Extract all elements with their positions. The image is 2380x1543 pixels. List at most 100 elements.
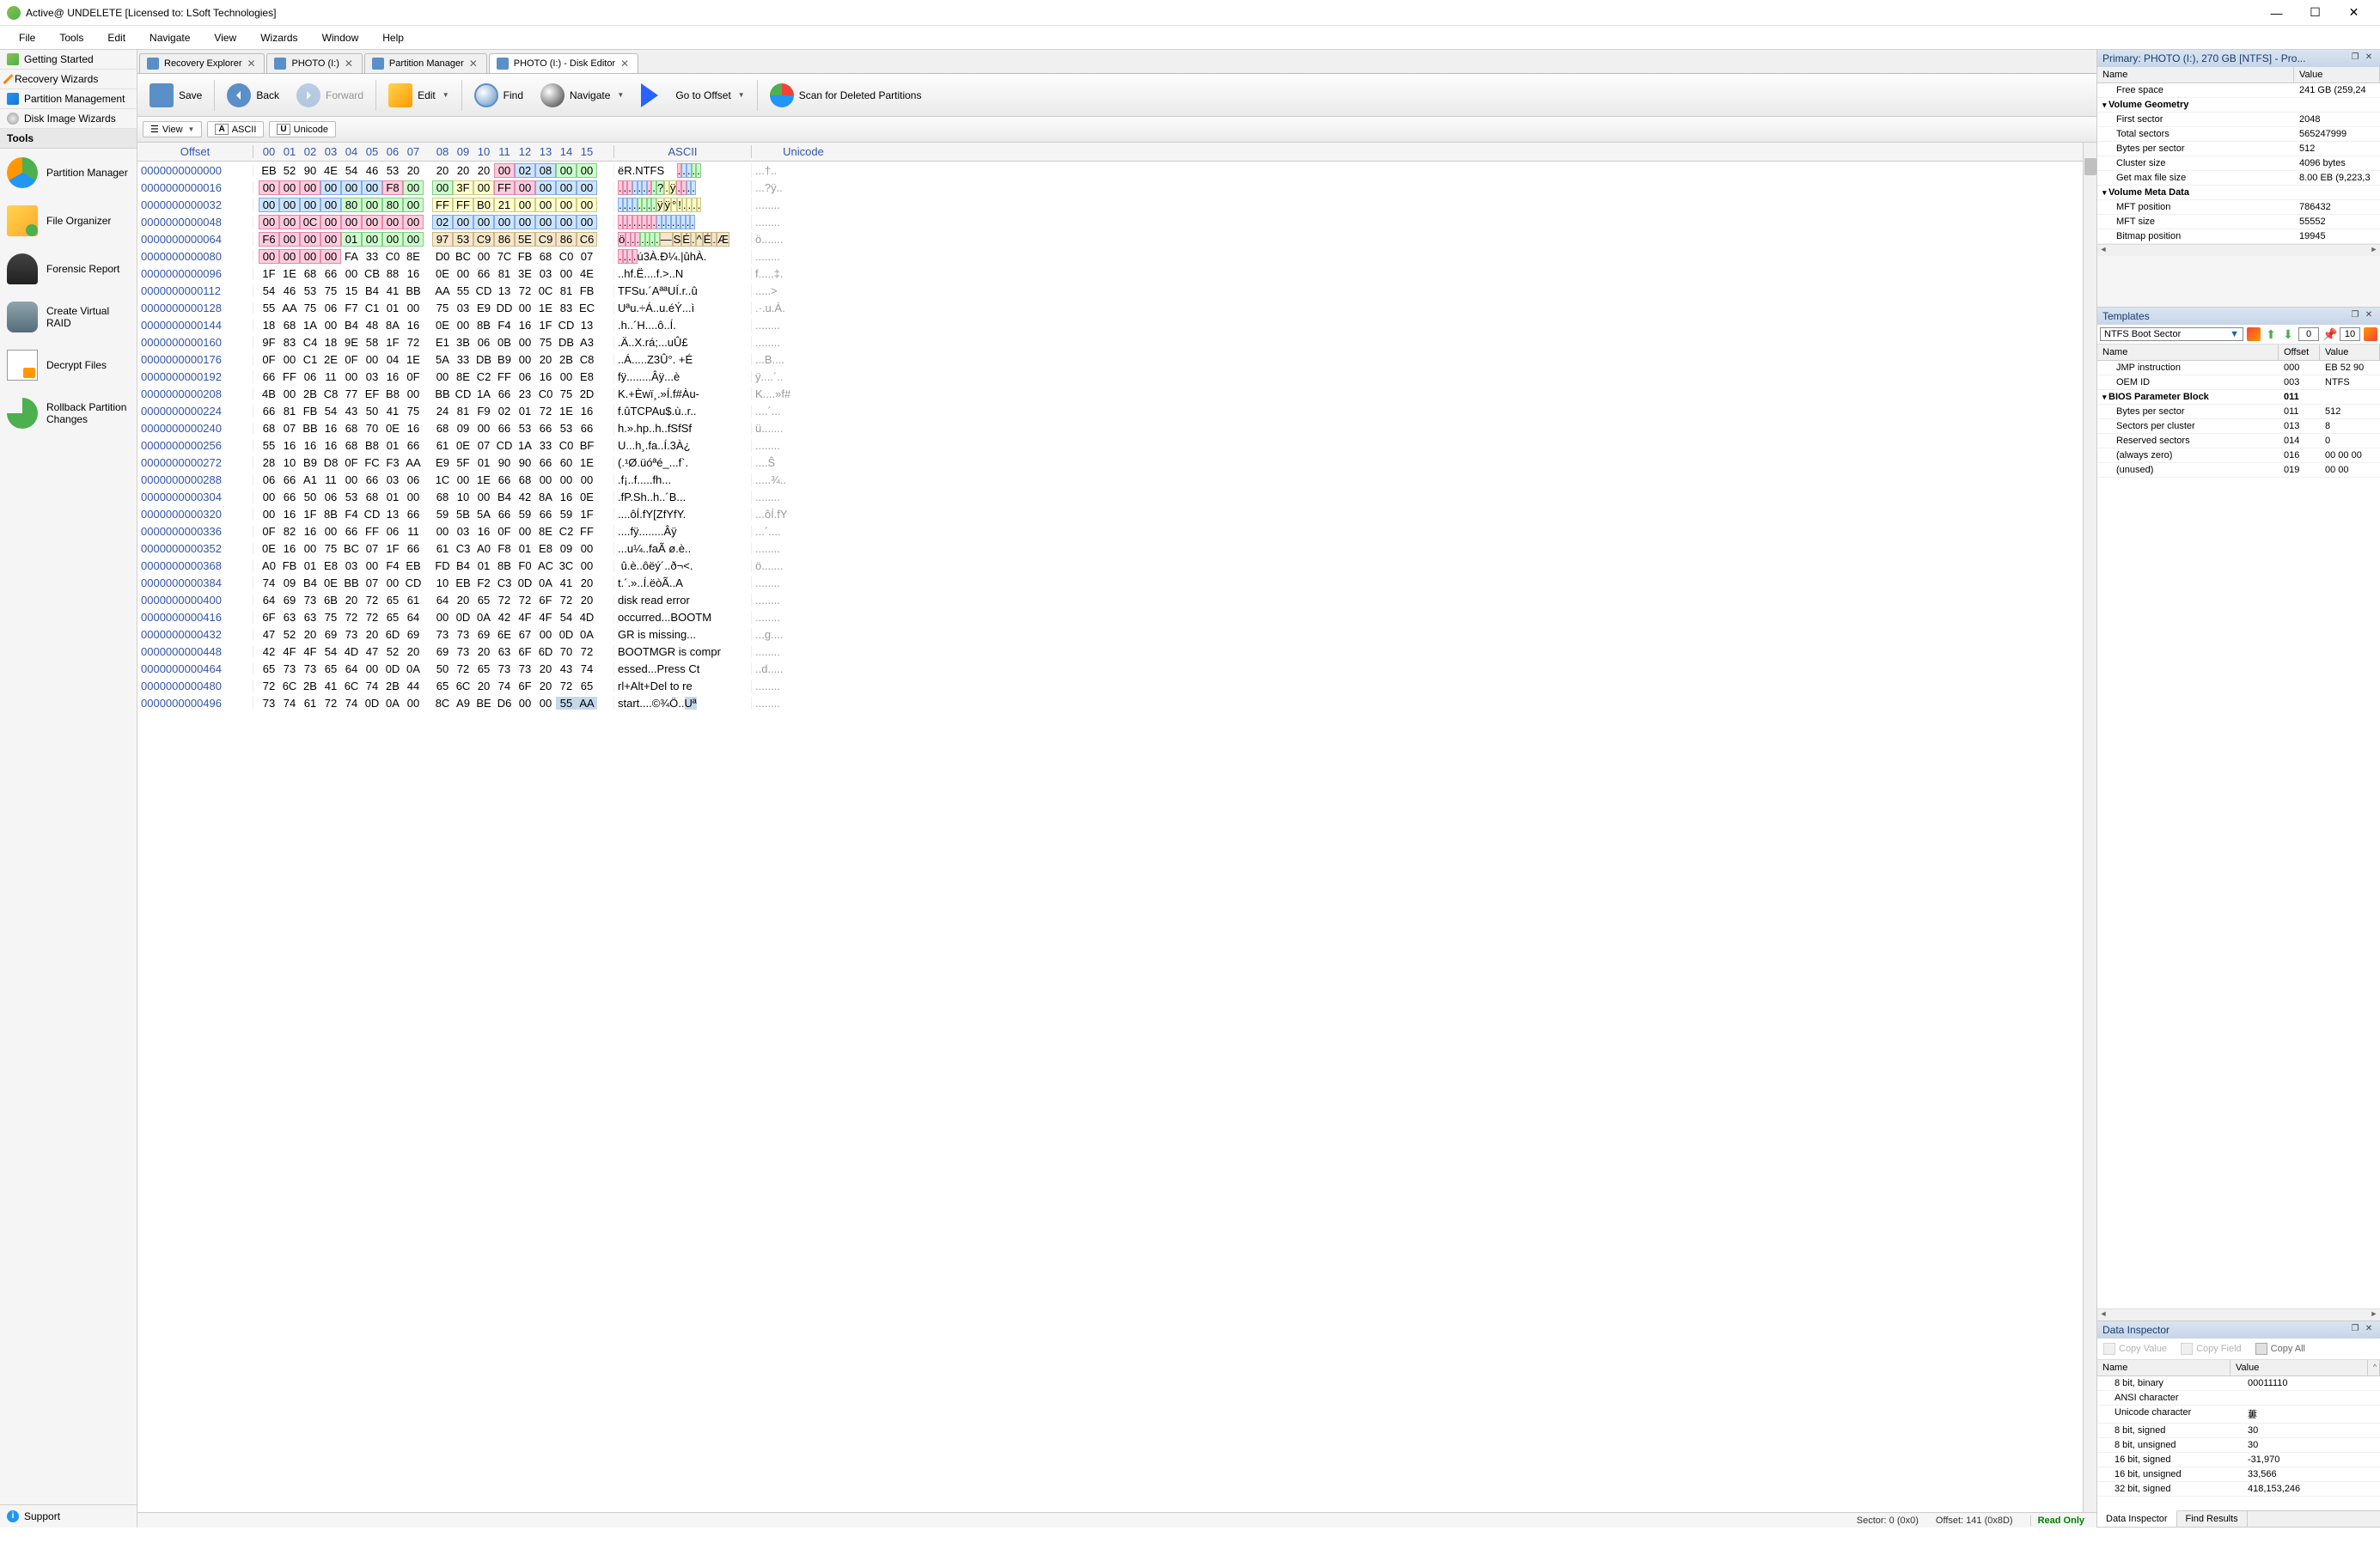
panel-close-icon[interactable]: ✕ bbox=[2363, 310, 2375, 322]
template-row[interactable]: (unused)01900 00 bbox=[2097, 463, 2380, 478]
forward-button[interactable]: Forward bbox=[290, 80, 370, 111]
hex-row[interactable]: 0000000000448424F4F544D475220697320636F6… bbox=[137, 643, 2083, 660]
close-button[interactable]: ✕ bbox=[2334, 1, 2373, 25]
menu-wizards[interactable]: Wizards bbox=[248, 28, 309, 47]
maximize-button[interactable]: ☐ bbox=[2296, 1, 2334, 25]
save-button[interactable]: Save bbox=[143, 80, 209, 111]
hex-row[interactable]: 000000000014418681A00B4488A160E008BF4161… bbox=[137, 316, 2083, 333]
sidebar-getting-started[interactable]: Getting Started bbox=[0, 50, 137, 70]
hex-row[interactable]: 00000000000961F1E686600CB88160E0066813E0… bbox=[137, 265, 2083, 282]
property-row[interactable]: Free space241 GB (259,24 bbox=[2097, 83, 2380, 98]
goto-offset-button[interactable]: Go to Offset▼ bbox=[634, 80, 751, 111]
hex-row[interactable]: 00000000003040066500653680100681000B4428… bbox=[137, 488, 2083, 505]
hex-row[interactable]: 00000000003360F82160066FF06110003160F008… bbox=[137, 522, 2083, 540]
pin-icon[interactable]: 📌 bbox=[2322, 327, 2336, 341]
menu-tools[interactable]: Tools bbox=[47, 28, 95, 47]
hex-row[interactable]: 00000000000320000000080008000FFFFB021000… bbox=[137, 196, 2083, 213]
tab-close-icon[interactable]: ✕ bbox=[469, 58, 479, 70]
template-row[interactable]: Sectors per cluster0138 bbox=[2097, 419, 2380, 434]
tab-photo-i-[interactable]: PHOTO (I:)✕ bbox=[266, 53, 362, 73]
copy-all-button[interactable]: Copy All bbox=[2252, 1341, 2309, 1357]
hex-row[interactable]: 00000000002880666A111006603061C001E66680… bbox=[137, 471, 2083, 488]
template-select[interactable]: NTFS Boot Sector▼ bbox=[2100, 327, 2243, 341]
view-dropdown[interactable]: ☰ View ▼ bbox=[143, 121, 202, 137]
property-row[interactable]: Get max file size8.00 EB (9,223,3 bbox=[2097, 171, 2380, 186]
menu-help[interactable]: Help bbox=[370, 28, 416, 47]
hex-row[interactable]: 000000000008000000000FA33C08ED0BC007CFB6… bbox=[137, 247, 2083, 265]
hex-row[interactable]: 00000000004166F63637572726564000D0A424F4… bbox=[137, 608, 2083, 625]
tab-close-icon[interactable]: ✕ bbox=[247, 58, 257, 70]
tab-recovery-explorer[interactable]: Recovery Explorer✕ bbox=[139, 53, 265, 73]
copy-value-button[interactable]: Copy Value bbox=[2100, 1341, 2170, 1357]
template-brush-icon[interactable] bbox=[2364, 327, 2377, 341]
tool-decrypt-files[interactable]: Decrypt Files bbox=[0, 341, 137, 389]
hex-row[interactable]: 0000000000000EB52904E5446532020202000020… bbox=[137, 162, 2083, 179]
arrow-down-icon[interactable]: ⬇ bbox=[2281, 327, 2295, 341]
hex-row[interactable]: 000000000019266FF06110003160F008EC2FF061… bbox=[137, 368, 2083, 385]
panel-restore-icon[interactable]: ❐ bbox=[2349, 52, 2361, 64]
hex-row[interactable]: 00000000002722810B9D80FFCF3AAE95F0190906… bbox=[137, 454, 2083, 471]
tool-file-organizer[interactable]: File Organizer bbox=[0, 197, 137, 245]
find-button[interactable]: Find bbox=[467, 80, 530, 111]
hex-row[interactable]: 0000000000016000000000000F800003F00FF000… bbox=[137, 179, 2083, 196]
menu-file[interactable]: File bbox=[7, 28, 47, 47]
menu-window[interactable]: Window bbox=[310, 28, 371, 47]
hex-row[interactable]: 000000000004800000C000000000002000000000… bbox=[137, 213, 2083, 230]
property-row[interactable]: Bytes per sector512 bbox=[2097, 142, 2380, 156]
inspector-row[interactable]: 16 bit, unsigned33,566 bbox=[2097, 1467, 2380, 1482]
hex-row[interactable]: 0000000000368A0FB01E80300F4EBFDB4018BF0A… bbox=[137, 557, 2083, 574]
property-row[interactable]: MFT position786432 bbox=[2097, 200, 2380, 215]
scan-partitions-button[interactable]: Scan for Deleted Partitions bbox=[763, 80, 929, 111]
hex-row[interactable]: 0000000000064F6000000010000009753C9865EC… bbox=[137, 230, 2083, 247]
menu-edit[interactable]: Edit bbox=[95, 28, 137, 47]
panel-close-icon[interactable]: ✕ bbox=[2363, 1324, 2375, 1336]
template-row[interactable]: Bytes per sector011512 bbox=[2097, 405, 2380, 419]
inspector-row[interactable]: Unicode character蔞 bbox=[2097, 1406, 2380, 1424]
tab-data-inspector[interactable]: Data Inspector bbox=[2097, 1510, 2177, 1527]
tool-forensic-report[interactable]: Forensic Report bbox=[0, 245, 137, 293]
support-link[interactable]: i Support bbox=[0, 1504, 137, 1528]
tab-close-icon[interactable]: ✕ bbox=[620, 58, 631, 70]
menu-navigate[interactable]: Navigate bbox=[137, 28, 202, 47]
hex-row[interactable]: 00000000003520E160075BC071F6661C3A0F801E… bbox=[137, 540, 2083, 557]
property-row[interactable]: Bitmap position19945 bbox=[2097, 229, 2380, 244]
property-row[interactable]: MFT size55552 bbox=[2097, 215, 2380, 229]
hex-row[interactable]: 00000000004006469736B2072656164206572726… bbox=[137, 591, 2083, 608]
hex-row[interactable]: 00000000001760F00C12E0F00041E5A33DBB9002… bbox=[137, 351, 2083, 368]
template-add-icon[interactable] bbox=[2247, 327, 2261, 341]
tab-partition-manager[interactable]: Partition Manager✕ bbox=[364, 53, 487, 73]
edit-button[interactable]: Edit▼ bbox=[381, 80, 456, 111]
property-row[interactable]: First sector2048 bbox=[2097, 113, 2380, 127]
hex-row[interactable]: 00000000003847409B40EBB0700CD10EBF2C30D0… bbox=[137, 574, 2083, 591]
tool-create-virtual-raid[interactable]: Create Virtual RAID bbox=[0, 293, 137, 341]
hex-row[interactable]: 00000000002565516161668B80166610E07CD1A3… bbox=[137, 436, 2083, 454]
hex-row[interactable]: 00000000004646573736564000D0A50726573732… bbox=[137, 660, 2083, 677]
back-button[interactable]: Back bbox=[220, 80, 286, 111]
property-row[interactable]: Cluster size4096 bytes bbox=[2097, 156, 2380, 171]
hex-row[interactable]: 00000000002406807BB1668700E1668090066536… bbox=[137, 419, 2083, 436]
sidebar-recovery-wizards[interactable]: Recovery Wizards bbox=[0, 70, 137, 89]
inspector-row[interactable]: 16 bit, signed-31,970 bbox=[2097, 1453, 2380, 1467]
panel-restore-icon[interactable]: ❐ bbox=[2349, 1324, 2361, 1336]
tab-find-results[interactable]: Find Results bbox=[2177, 1511, 2248, 1527]
hex-row[interactable]: 000000000049673746172740D0A008CA9BED6000… bbox=[137, 694, 2083, 711]
navigate-button[interactable]: Navigate▼ bbox=[534, 80, 631, 111]
menu-view[interactable]: View bbox=[202, 28, 248, 47]
sidebar-partition-management[interactable]: Partition Management bbox=[0, 89, 137, 109]
tool-partition-manager[interactable]: Partition Manager bbox=[0, 149, 137, 197]
template-row[interactable]: Reserved sectors0140 bbox=[2097, 434, 2380, 448]
template-row[interactable]: (always zero)01600 00 00 bbox=[2097, 448, 2380, 463]
hex-row[interactable]: 000000000032000161F8BF4CD1366595B5A66596… bbox=[137, 505, 2083, 522]
hex-row[interactable]: 00000000002084B002BC877EFB800BBCD1A6623C… bbox=[137, 385, 2083, 402]
inspector-row[interactable]: 32 bit, signed418,153,246 bbox=[2097, 1482, 2380, 1497]
tool-rollback-partition-changes[interactable]: Rollback Partition Changes bbox=[0, 389, 137, 437]
minimize-button[interactable]: — bbox=[2257, 1, 2296, 25]
template-row[interactable]: BIOS Parameter Block011 bbox=[2097, 390, 2380, 405]
hex-row[interactable]: 0000000000480726C2B416C742B44656C20746F2… bbox=[137, 677, 2083, 694]
hex-row[interactable]: 00000000001125446537515B441BBAA55CD13720… bbox=[137, 282, 2083, 299]
tab-photo-i-disk-editor[interactable]: PHOTO (I:) - Disk Editor✕ bbox=[489, 53, 638, 73]
template-num1[interactable] bbox=[2298, 327, 2319, 341]
property-row[interactable]: Volume Geometry bbox=[2097, 98, 2380, 113]
tab-close-icon[interactable]: ✕ bbox=[345, 58, 355, 70]
templates-hscroll[interactable]: ◄► bbox=[2097, 1308, 2380, 1320]
